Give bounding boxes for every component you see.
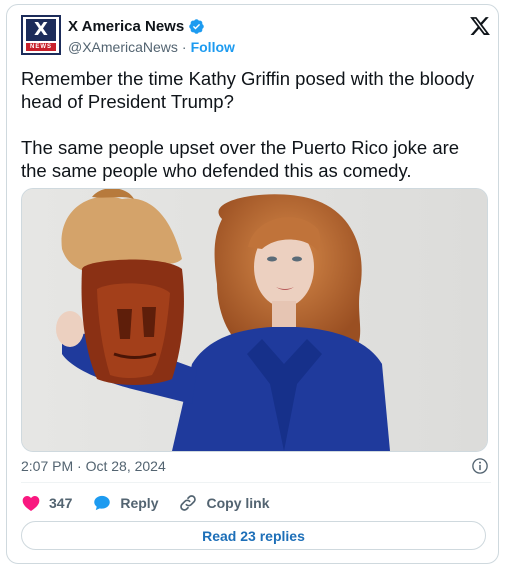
like-button[interactable]: 347 — [21, 493, 72, 513]
author-name[interactable]: X America News — [68, 18, 184, 35]
reply-button[interactable]: Reply — [92, 493, 158, 513]
tweet-text: Remember the time Kathy Griffin posed wi… — [21, 67, 481, 182]
tweet-paragraph: The same people upset over the Puerto Ri… — [21, 137, 460, 181]
handle-separator: · — [181, 39, 187, 55]
tweet-paragraph: Remember the time Kathy Griffin posed wi… — [21, 68, 475, 112]
reply-label: Reply — [120, 495, 159, 511]
avatar-sublabel: NEWS — [26, 43, 56, 51]
tweet-date: Oct 28, 2024 — [85, 458, 166, 474]
tweet-time: 2:07 PM — [21, 458, 74, 474]
avatar-letter: X — [26, 19, 56, 41]
copy-link-button[interactable]: Copy link — [178, 493, 270, 513]
info-icon[interactable] — [471, 457, 489, 475]
photo-illustration — [22, 189, 487, 451]
copy-link-label: Copy link — [206, 495, 270, 511]
tweet-media-photo[interactable] — [21, 188, 488, 452]
read-replies-button[interactable]: Read 23 replies — [21, 521, 486, 550]
author-handle[interactable]: @XAmericaNews — [68, 39, 178, 55]
reply-bubble-icon — [94, 495, 111, 511]
link-icon — [180, 495, 197, 511]
like-count: 347 — [49, 495, 73, 511]
avatar[interactable]: X NEWS — [21, 15, 61, 55]
verified-badge-icon — [189, 18, 204, 34]
heart-icon — [22, 496, 40, 511]
action-bar: 347 Reply Copy link — [21, 493, 290, 513]
timestamp-separator: · — [77, 458, 82, 474]
divider — [21, 482, 491, 483]
tweet-timestamp[interactable]: 2:07 PM · Oct 28, 2024 — [21, 458, 166, 474]
author-name-row: X America News — [68, 16, 205, 36]
author-handle-row: @XAmericaNews · Follow — [68, 39, 235, 55]
x-logo-icon[interactable] — [469, 15, 491, 37]
follow-button[interactable]: Follow — [191, 39, 235, 55]
